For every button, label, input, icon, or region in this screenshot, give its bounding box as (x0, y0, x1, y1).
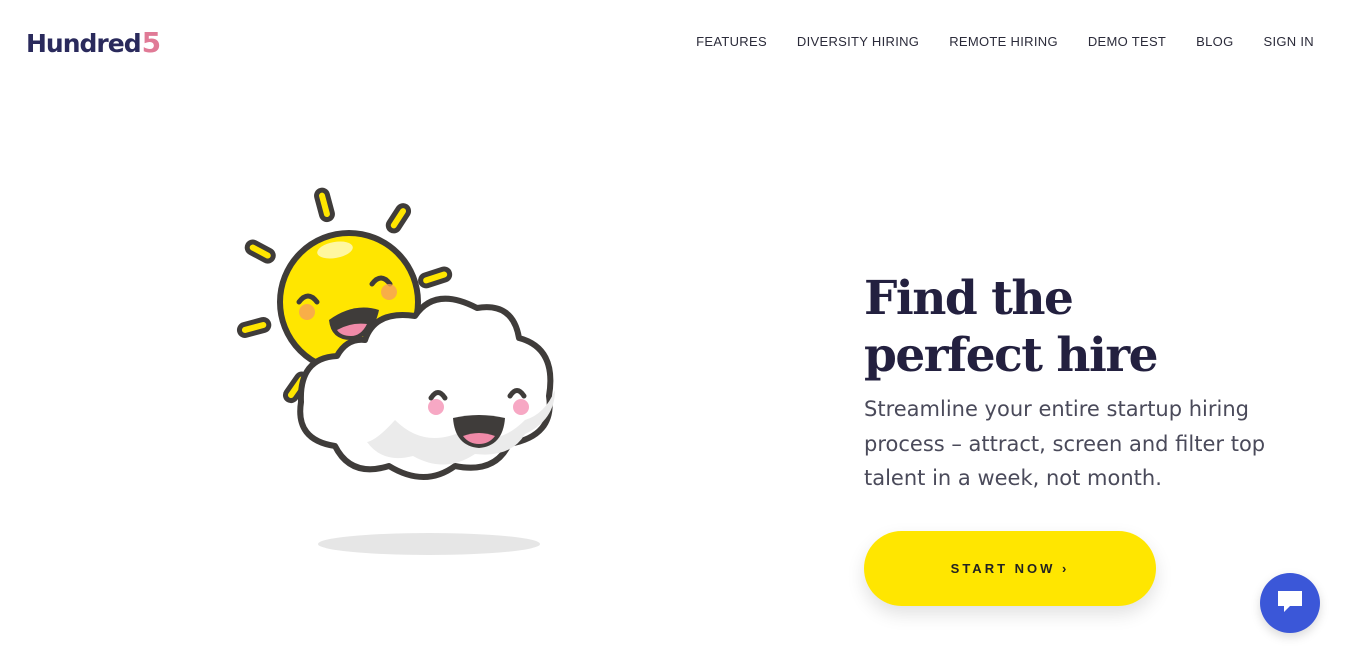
nav-sign-in[interactable]: SIGN IN (1264, 34, 1315, 50)
sun-and-cloud-illustration (225, 180, 645, 570)
main-nav: FEATURES DIVERSITY HIRING REMOTE HIRING … (666, 34, 1314, 50)
hero-title: Find the perfect hire (864, 270, 1159, 384)
logo-wordmark: Hundred (26, 29, 142, 58)
nav-diversity-hiring[interactable]: DIVERSITY HIRING (797, 34, 919, 50)
logo[interactable]: Hundred 5 (26, 26, 161, 59)
start-now-button[interactable]: START NOW › (864, 531, 1156, 606)
hero-title-line-1: Find the (864, 271, 1074, 326)
nav-remote-hiring[interactable]: REMOTE HIRING (949, 34, 1058, 50)
logo-accent: 5 (141, 26, 162, 59)
nav-demo-test[interactable]: DEMO TEST (1088, 34, 1166, 50)
nav-blog[interactable]: BLOG (1196, 34, 1233, 50)
hero-subtitle: Streamline your entire startup hiring pr… (864, 397, 1266, 490)
hero-title-line-2: perfect hire (864, 328, 1159, 383)
chat-launcher-button[interactable] (1260, 573, 1320, 633)
nav-features[interactable]: FEATURES (696, 34, 767, 50)
chat-bubble-icon (1276, 588, 1304, 619)
